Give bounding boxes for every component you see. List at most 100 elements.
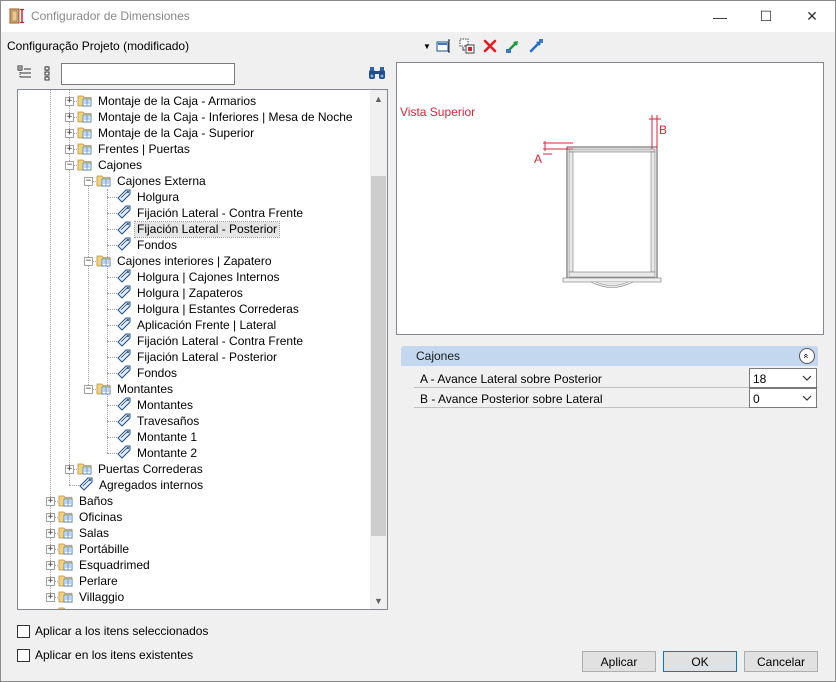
tree-folder-node[interactable]: − Cajones interiores | Zapatero — [84, 253, 274, 269]
tree-folder-node[interactable]: − Montantes — [84, 381, 175, 397]
tree-scrollbar[interactable]: ▲ ▼ — [370, 90, 387, 609]
scroll-down-button[interactable]: ▼ — [370, 592, 387, 609]
expand-icon[interactable]: + — [46, 544, 55, 554]
apply-selected-label: Aplicar a los itens seleccionados — [35, 624, 209, 638]
import-button[interactable] — [504, 37, 522, 55]
expand-icon[interactable]: + — [46, 592, 55, 602]
tree-node-label: Holgura | Zapateros — [137, 285, 243, 300]
collapse-icon[interactable]: − — [84, 176, 93, 186]
tree-leaf-node[interactable]: Montante 2 — [103, 445, 199, 461]
tree-leaf-node[interactable]: Travesaños — [103, 413, 201, 429]
property-label-a: A - Avance Lateral sobre Posterior — [420, 372, 602, 386]
config-dropdown-button[interactable]: ▼ — [421, 39, 433, 53]
scroll-up-button[interactable]: ▲ — [370, 90, 387, 107]
folder-icon — [58, 605, 77, 609]
tree-leaf-node[interactable]: Fijación Lateral - Posterior — [103, 349, 279, 365]
tree-search-input[interactable] — [61, 63, 235, 85]
property-value-a: 18 — [753, 372, 767, 386]
ok-button[interactable]: OK — [663, 651, 737, 672]
collapse-icon[interactable]: − — [84, 256, 93, 266]
expand-icon[interactable]: + — [65, 464, 74, 474]
select-view-button[interactable] — [435, 37, 453, 55]
apply-existing-checkbox-row[interactable]: Aplicar en los itens existentes — [17, 648, 193, 662]
folder-icon — [96, 381, 115, 398]
tree-folder-node[interactable]: + Salas — [46, 525, 111, 541]
tree-leaf-node[interactable]: Holgura | Cajones Internos — [103, 269, 282, 285]
apply-existing-checkbox[interactable] — [17, 648, 30, 662]
tree-folder-node[interactable]: − Cajones — [65, 157, 144, 173]
minimize-icon: — — [713, 8, 727, 25]
tree-folder-node[interactable]: + Montaje de la Caja - Armarios — [65, 93, 258, 109]
tree-leaf-node[interactable]: Holgura | Estantes Correderas — [103, 301, 301, 317]
chevron-down-icon — [802, 375, 812, 381]
tree-leaf-node[interactable]: Fijación Lateral - Contra Frente — [103, 333, 305, 349]
dimension-icon — [116, 413, 135, 430]
tree-folder-node[interactable]: + Portábille — [46, 541, 131, 557]
property-value-b-select[interactable]: 0 — [749, 388, 817, 408]
apply-selected-checkbox[interactable] — [17, 624, 30, 638]
property-group-header[interactable]: Cajones « — [401, 346, 818, 366]
tree-folder-node[interactable]: + Perlare — [46, 573, 120, 589]
expand-icon[interactable]: + — [65, 112, 74, 122]
tree-folder-node[interactable]: + Montaje de la Caja - Superior — [65, 125, 256, 141]
cancel-button[interactable]: Cancelar — [744, 651, 818, 672]
minimize-button[interactable]: — — [697, 1, 743, 32]
export-icon — [529, 39, 543, 53]
tree-folder-node[interactable]: + Oficinas — [46, 509, 124, 525]
tree-node-label: Esquadrimed — [79, 557, 150, 572]
tree-leaf-node[interactable]: Agregados internos — [65, 477, 205, 493]
dimension-tree[interactable]: + Montaje de la Caja - Armarios + Montaje d… — [17, 89, 388, 610]
tree-leaf-node[interactable]: Aplicación Frente | Lateral — [103, 317, 278, 333]
tree-folder-node[interactable]: + Esquadrimed — [46, 557, 152, 573]
collapse-all-icon[interactable] — [39, 65, 55, 81]
chevron-down-icon: ▼ — [374, 595, 383, 606]
collapse-group-button[interactable]: « — [799, 348, 815, 364]
property-value-b: 0 — [753, 392, 760, 406]
export-button[interactable] — [527, 37, 545, 55]
tree-leaf-node[interactable]: Holgura — [103, 189, 181, 205]
tree-folder-node[interactable]: + Puertas Correderas — [65, 461, 205, 477]
tree-node-label: Holgura — [137, 189, 180, 204]
tree-leaf-node[interactable]: Holgura | Zapateros — [103, 285, 245, 301]
expand-icon[interactable]: + — [46, 576, 55, 586]
tree-folder-node[interactable]: + Frentes | Puertas — [65, 141, 192, 157]
copy-config-button[interactable] — [458, 37, 476, 55]
expand-icon[interactable]: + — [46, 496, 55, 506]
top-view-drawing: A B — [534, 115, 667, 288]
scroll-thumb[interactable] — [371, 176, 386, 536]
expand-icon[interactable]: + — [65, 128, 74, 138]
collapse-icon[interactable]: − — [84, 384, 93, 394]
tree-folder-node[interactable]: + — [46, 605, 81, 609]
tree-folder-node[interactable]: + Villaggio — [46, 589, 126, 605]
tree-folder-node[interactable]: − Cajones Externa — [84, 173, 208, 189]
collapse-icon[interactable]: − — [65, 160, 74, 170]
tree-node-label: Montaje de la Caja - Armarios — [98, 93, 257, 108]
expand-all-icon[interactable] — [17, 65, 33, 81]
maximize-button[interactable]: ☐ — [743, 1, 789, 32]
apply-selected-checkbox-row[interactable]: Aplicar a los itens seleccionados — [17, 624, 208, 638]
expand-icon[interactable]: + — [65, 96, 74, 106]
close-button[interactable]: ✕ — [789, 1, 835, 32]
dimension-icon — [116, 445, 135, 462]
expand-icon[interactable]: + — [46, 528, 55, 538]
tree-leaf-node[interactable]: Montante 1 — [103, 429, 199, 445]
dimension-icon — [116, 269, 135, 286]
expand-icon[interactable]: + — [46, 560, 55, 570]
tree-folder-node[interactable]: + Montaje de la Caja - Inferiores | Mesa … — [65, 109, 355, 125]
expand-icon[interactable]: + — [65, 144, 74, 154]
tree-leaf-node[interactable]: Fondos — [103, 237, 179, 253]
tree-leaf-node[interactable]: Montantes — [103, 397, 195, 413]
tree-node-label: Montante 1 — [137, 429, 198, 444]
tree-leaf-node[interactable]: Fondos — [103, 365, 179, 381]
expand-icon[interactable]: + — [46, 608, 55, 609]
tree-folder-node[interactable]: + Baños — [46, 493, 115, 509]
expand-icon[interactable]: + — [46, 512, 55, 522]
property-value-a-select[interactable]: 18 — [749, 368, 817, 388]
tree-leaf-node[interactable]: Fijación Lateral - Contra Frente — [103, 205, 305, 221]
binoculars-search-icon[interactable] — [368, 65, 386, 81]
apply-button[interactable]: Aplicar — [582, 651, 656, 672]
tree-leaf-node[interactable]: Fijación Lateral - Posterior — [103, 220, 281, 238]
delete-button[interactable] — [481, 37, 499, 55]
import-icon — [506, 41, 518, 53]
tree-node-label: Fondos — [137, 365, 178, 380]
